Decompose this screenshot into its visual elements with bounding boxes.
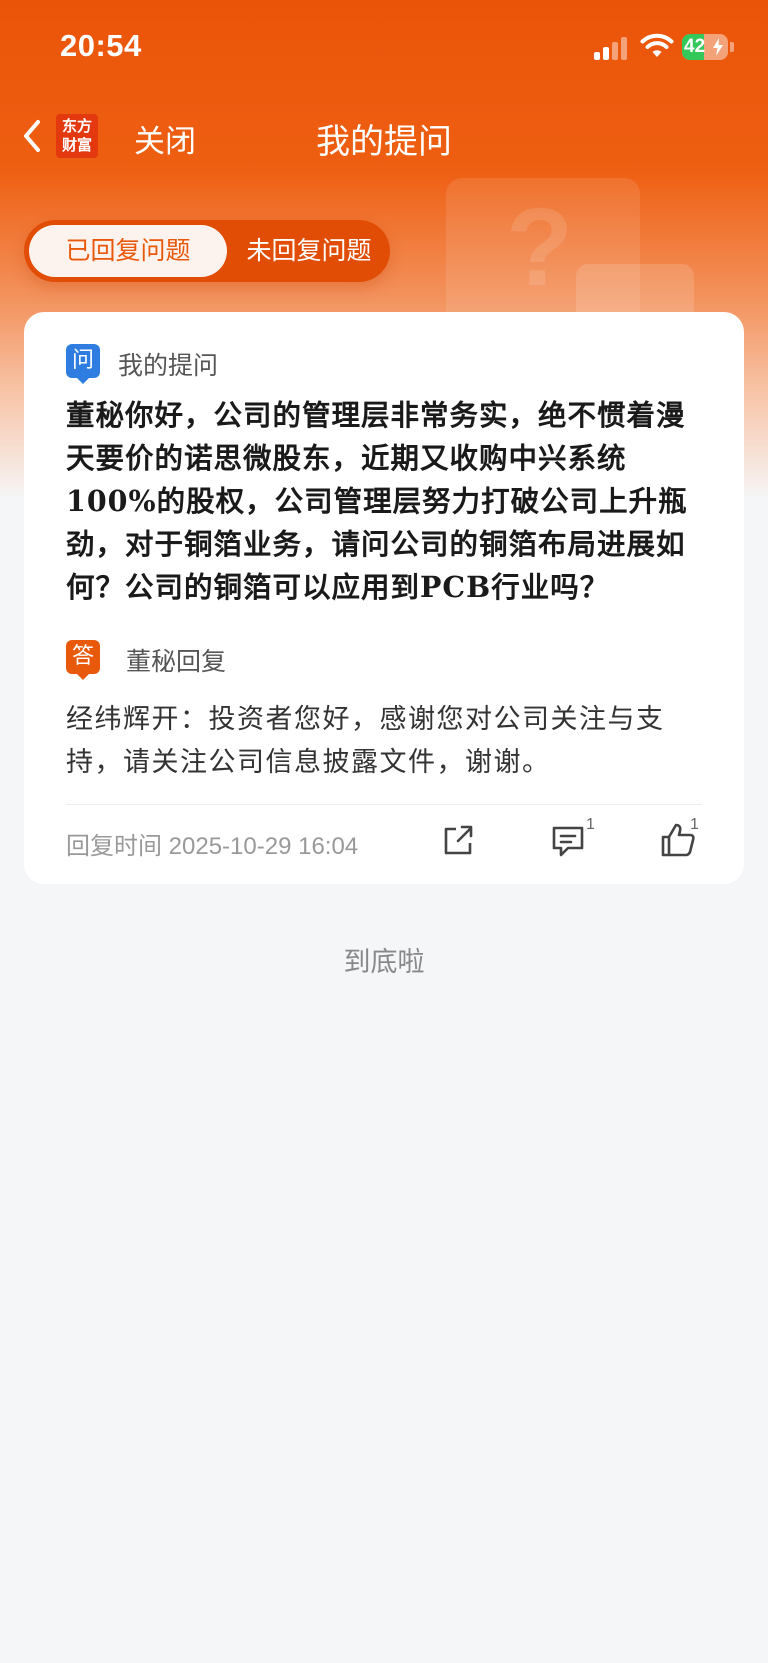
answer-section-label: 董秘回复 — [126, 647, 227, 676]
battery-level: 42 — [684, 36, 706, 57]
wifi-icon — [640, 33, 674, 57]
reply-time: 回复时间 2025-10-29 16:04 — [66, 833, 359, 860]
question-section-label: 我的提问 — [118, 351, 219, 380]
tab-unreplied[interactable]: 未回复问题 — [234, 225, 384, 277]
comment-count: 1 — [586, 816, 595, 833]
tab-replied[interactable]: 已回复问题 — [29, 225, 227, 277]
card-divider — [66, 804, 702, 805]
charging-bolt-icon — [713, 38, 723, 56]
status-bar: 20:54 42 — [0, 0, 768, 96]
tab-switcher: 已回复问题 未回复问题 — [24, 220, 390, 282]
question-text: 董秘你好，公司的管理层非常务实，绝不惯着漫天要价的诺思微股东，近期又收购中兴系统… — [66, 398, 688, 604]
battery-cap — [730, 42, 734, 52]
battery-icon: 42 — [682, 34, 728, 60]
end-of-list-text: 到底啦 — [343, 947, 425, 978]
page-title: 我的提问 — [316, 122, 452, 162]
like-count: 1 — [690, 816, 699, 833]
answer-badge: 答 — [66, 640, 100, 680]
question-badge: 问 — [66, 344, 100, 384]
status-time: 20:54 — [60, 28, 142, 63]
answer-text: 经纬辉开：投资者您好，感谢您对公司关注与支持，请关注公司信息披露文件，谢谢。 — [66, 704, 665, 778]
qa-card: 问 我的提问 董秘你好，公司的管理层非常务实，绝不惯着漫天要价的诺思微股东，近期… — [24, 312, 744, 884]
share-icon[interactable] — [438, 820, 478, 860]
cellular-signal-icon — [594, 36, 630, 60]
comment-icon[interactable] — [548, 820, 588, 860]
nav-bar: 东方 财富 关闭 我的提问 — [0, 100, 768, 172]
